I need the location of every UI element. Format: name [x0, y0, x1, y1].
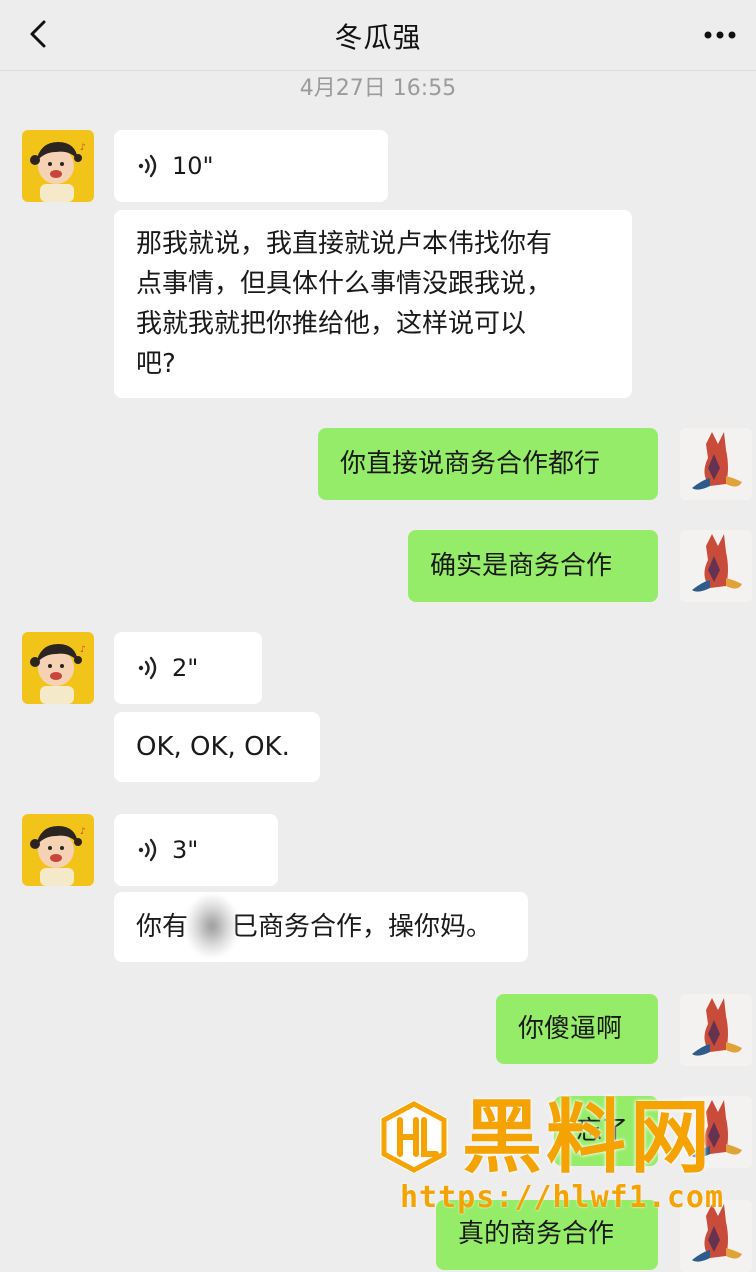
- cat-avatar-icon: [680, 530, 752, 602]
- text-message[interactable]: 你有 巳商务合作，操你妈。: [114, 892, 528, 962]
- message-line: 点事情，但具体什么事情没跟我说，: [136, 269, 553, 299]
- child-avatar-icon: ♪: [22, 130, 94, 202]
- text-message[interactable]: OK, OK, OK.: [114, 712, 320, 782]
- sent-message[interactable]: 你直接说商务合作都行: [318, 428, 658, 500]
- chat-title: 冬瓜强: [334, 21, 422, 54]
- message-text: OK, OK, OK.: [136, 732, 290, 762]
- contact-avatar[interactable]: ♪: [22, 130, 94, 202]
- voice-wave-icon: [138, 656, 157, 680]
- more-dots-icon[interactable]: [700, 20, 740, 50]
- message-text: 你直接说商务合作都行: [340, 449, 601, 479]
- message-line: 吧?: [136, 349, 176, 379]
- contact-avatar[interactable]: ♪: [22, 814, 94, 886]
- voice-message[interactable]: 3": [114, 814, 278, 886]
- child-avatar-icon: ♪: [22, 632, 94, 704]
- voice-duration: 3": [172, 836, 199, 864]
- svg-text:♪: ♪: [80, 143, 86, 153]
- voice-message[interactable]: 10": [114, 130, 388, 202]
- voice-wave-icon: [138, 154, 157, 178]
- voice-duration: 10": [172, 152, 214, 180]
- child-avatar-icon: ♪: [22, 814, 94, 886]
- message-line: 我就我就把你推给他，这样说可以: [136, 309, 527, 339]
- my-avatar[interactable]: [680, 1096, 752, 1168]
- message-text: 真的商务合作: [458, 1219, 615, 1249]
- voice-message[interactable]: 2": [114, 632, 262, 704]
- text-message[interactable]: 那我就说，我直接就说卢本伟找你有 点事情，但具体什么事情没跟我说， 我就我就把你…: [114, 210, 632, 398]
- sent-message[interactable]: 忘了: [554, 1096, 658, 1166]
- voice-duration: 2": [172, 654, 199, 682]
- cat-avatar-icon: [680, 428, 752, 500]
- svg-text:♪: ♪: [80, 827, 86, 837]
- contact-avatar[interactable]: ♪: [22, 632, 94, 704]
- voice-wave-icon: [138, 838, 157, 862]
- sent-message[interactable]: 确实是商务合作: [408, 530, 658, 602]
- chat-header: 冬瓜强: [0, 0, 756, 71]
- my-avatar[interactable]: [680, 428, 752, 500]
- message-text: 你傻逼啊: [518, 1014, 623, 1044]
- my-avatar[interactable]: [680, 1200, 752, 1272]
- message-timestamp: 4月27日 16:55: [299, 76, 457, 101]
- cat-avatar-icon: [680, 1200, 752, 1272]
- message-text: 忘了: [576, 1116, 629, 1146]
- my-avatar[interactable]: [680, 530, 752, 602]
- message-line: 那我就说，我直接就说卢本伟找你有: [136, 229, 553, 259]
- sent-message[interactable]: 你傻逼啊: [496, 994, 658, 1064]
- cat-avatar-icon: [680, 994, 752, 1066]
- svg-text:♪: ♪: [80, 645, 86, 655]
- message-text-part: 你有: [136, 912, 189, 942]
- my-avatar[interactable]: [680, 994, 752, 1066]
- message-text-part: 巳商务合作，操你妈。: [232, 912, 493, 942]
- censor-blur: [186, 895, 238, 957]
- message-text: 确实是商务合作: [430, 551, 613, 581]
- watermark-logo-icon: [380, 1100, 448, 1174]
- sent-message[interactable]: 真的商务合作: [436, 1200, 658, 1270]
- cat-avatar-icon: [680, 1096, 752, 1168]
